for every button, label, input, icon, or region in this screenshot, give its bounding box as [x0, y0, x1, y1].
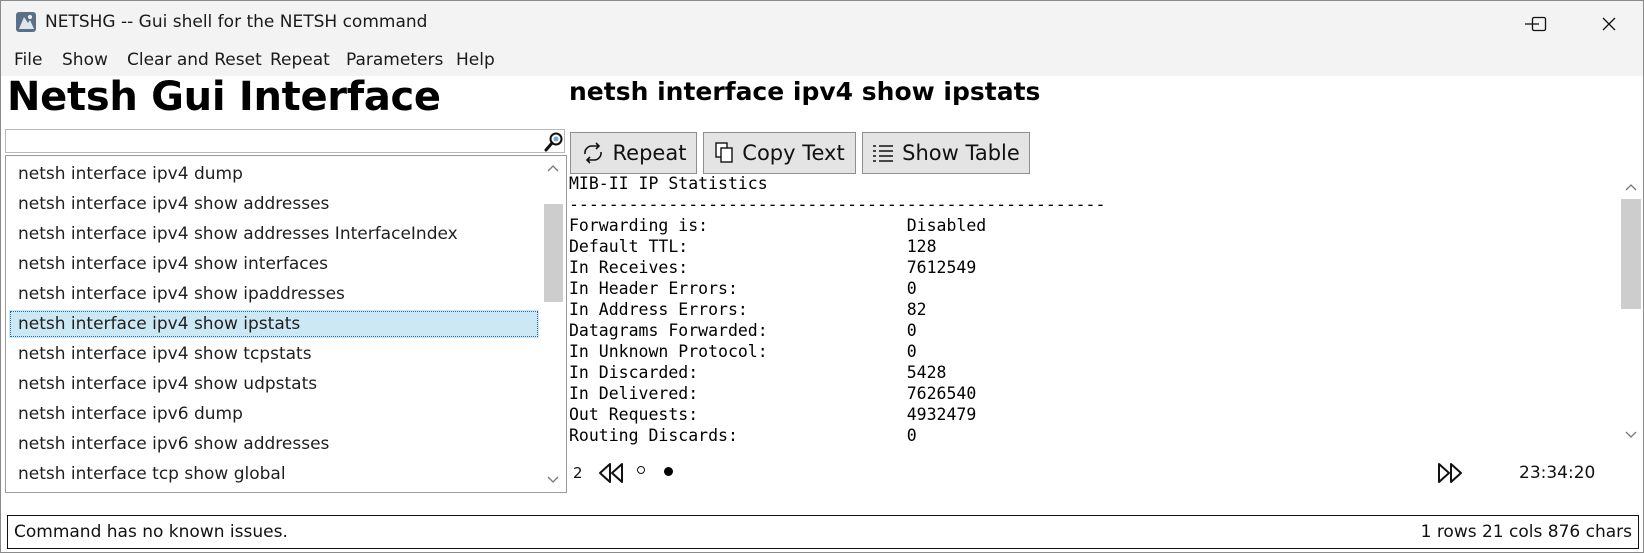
chevron-down-icon [547, 476, 559, 483]
fast-forward-icon[interactable] [1436, 461, 1464, 485]
show-table-button[interactable]: Show Table [862, 132, 1030, 174]
list-item-selected[interactable]: netsh interface ipv4 show ipstats [9, 310, 539, 338]
command-output[interactable]: MIB-II IP Statistics -------------------… [569, 173, 1617, 447]
maximize-icon [1531, 16, 1547, 31]
output-scrollbar[interactable] [1619, 173, 1643, 447]
repeat-button-label: Repeat [612, 141, 687, 165]
copy-text-button-label: Copy Text [742, 141, 845, 165]
menu-help[interactable]: Help [456, 50, 495, 70]
close-icon [1602, 17, 1616, 30]
search-input[interactable] [5, 129, 565, 153]
chevron-up-icon [547, 165, 559, 172]
list-item[interactable]: netsh interface ipv4 show tcpstats [9, 340, 539, 368]
table-list-icon [873, 145, 894, 162]
list-item[interactable]: netsh interface ipv4 show udpstats [9, 370, 539, 398]
scroll-up-arrow[interactable] [541, 158, 565, 178]
page-title: Netsh Gui Interface [7, 74, 441, 120]
list-item[interactable]: netsh interface ipv4 show interfaces [9, 250, 539, 278]
scroll-down-arrow[interactable] [541, 470, 565, 490]
scroll-down-arrow[interactable] [1619, 425, 1643, 445]
page-dot-active[interactable] [664, 467, 673, 476]
command-list[interactable]: netsh interface ipv4 dump netsh interfac… [5, 155, 567, 493]
output-line: In Unknown Protocol: 0 [569, 342, 917, 361]
menu-clear-and-reset[interactable]: Clear and Reset [127, 50, 262, 70]
app-icon [16, 12, 36, 32]
status-message: Command has no known issues. [14, 522, 288, 542]
output-line: In Address Errors: 82 [569, 300, 927, 319]
page-number: 2 [573, 464, 583, 482]
close-button[interactable] [1574, 1, 1643, 46]
output-line: Default TTL: 128 [569, 237, 937, 256]
list-item[interactable]: netsh interface ipv4 show ipaddresses [9, 280, 539, 308]
output-line: In Header Errors: 0 [569, 279, 917, 298]
page-dot-inactive[interactable] [637, 466, 645, 474]
search-icon[interactable] [543, 131, 565, 153]
menu-parameters[interactable]: Parameters [346, 50, 443, 70]
chevron-down-icon [1625, 431, 1637, 438]
window-title: NETSHG -- Gui shell for the NETSH comman… [45, 12, 428, 32]
menu-file[interactable]: File [14, 50, 42, 70]
repeat-icon [583, 142, 602, 164]
list-item[interactable]: netsh interface ipv4 show addresses Inte… [9, 220, 539, 248]
chevron-up-icon [1625, 184, 1637, 191]
scroll-up-arrow[interactable] [1619, 177, 1643, 197]
status-stats: 1 rows 21 cols 876 chars [1420, 522, 1632, 542]
copy-text-button[interactable]: Copy Text [703, 132, 856, 174]
output-line: Forwarding is: Disabled [569, 216, 987, 235]
menu-bar: File Show Clear and Reset Repeat Paramet… [1, 46, 1643, 76]
output-line: Routing Discards: 0 [569, 426, 917, 445]
status-bar: Command has no known issues. 1 rows 21 c… [7, 515, 1639, 549]
output-line: In Receives: 7612549 [569, 258, 977, 277]
repeat-button[interactable]: Repeat [570, 132, 697, 174]
command-title: netsh interface ipv4 show ipstats [569, 77, 1041, 106]
scroll-thumb[interactable] [544, 204, 563, 302]
output-line: Out Requests: 4932479 [569, 405, 977, 424]
output-line: MIB-II IP Statistics [569, 174, 768, 193]
scroll-thumb[interactable] [1621, 199, 1641, 309]
clock-time: 23:34:20 [1519, 463, 1596, 483]
maximize-button[interactable] [1504, 1, 1574, 46]
output-line: Datagrams Forwarded: 0 [569, 321, 917, 340]
app-window: NETSHG -- Gui shell for the NETSH comman… [0, 0, 1644, 553]
list-item[interactable]: netsh interface tcp show global [9, 460, 539, 488]
output-line: In Discarded: 5428 [569, 363, 947, 382]
list-item[interactable]: netsh interface ipv6 show addresses [9, 430, 539, 458]
menu-show[interactable]: Show [62, 50, 108, 70]
list-item[interactable]: netsh interface ipv6 dump [9, 400, 539, 428]
show-table-button-label: Show Table [902, 141, 1020, 165]
list-item[interactable]: netsh interface ipv4 dump [9, 160, 539, 188]
title-bar[interactable]: NETSHG -- Gui shell for the NETSH comman… [1, 1, 1643, 46]
copy-icon [715, 142, 733, 163]
output-line: ----------------------------------------… [569, 195, 1106, 214]
output-line: In Delivered: 7626540 [569, 384, 977, 403]
menu-repeat[interactable]: Repeat [270, 50, 330, 70]
rewind-icon[interactable] [597, 461, 625, 485]
list-item[interactable]: netsh interface ipv4 show addresses [9, 190, 539, 218]
list-scrollbar[interactable] [541, 156, 565, 492]
